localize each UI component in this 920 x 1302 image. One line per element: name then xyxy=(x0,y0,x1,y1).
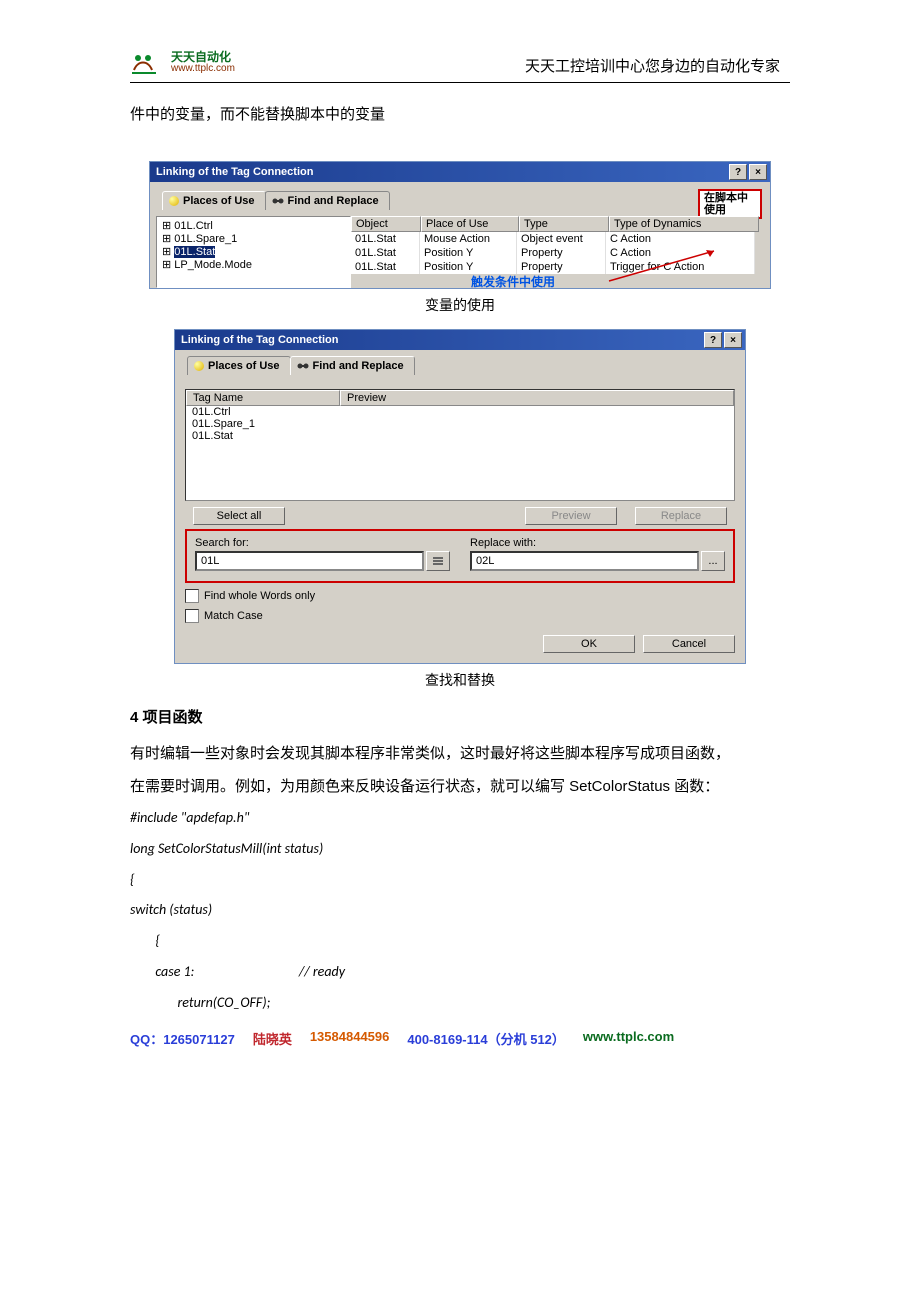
bulb-icon xyxy=(169,196,179,206)
tab-find-replace[interactable]: Find and Replace xyxy=(265,191,390,210)
select-all-button[interactable]: Select all xyxy=(193,507,285,525)
tree-item-selected[interactable]: 01L.Stat xyxy=(174,246,215,258)
close-button[interactable]: × xyxy=(724,332,742,348)
code-line: long SetColorStatusMill(int status) xyxy=(130,834,790,865)
annotation-trigger-use: 触发条件中使用 xyxy=(471,273,555,290)
tab-places-of-use[interactable]: Places of Use xyxy=(162,191,266,210)
list-icon xyxy=(432,556,444,566)
match-case-checkbox[interactable]: Match Case xyxy=(185,609,735,623)
binoculars-icon xyxy=(272,196,284,206)
col-object[interactable]: Object xyxy=(351,216,421,232)
bulb-icon xyxy=(194,361,204,371)
logo: 天天自动化 www.ttplc.com xyxy=(130,50,235,76)
help-button[interactable]: ? xyxy=(704,332,722,348)
places-of-use-dialog: Linking of the Tag Connection ? × Places… xyxy=(149,161,771,289)
figure-caption-1: 变量的使用 xyxy=(130,295,790,315)
section4-title: 4 项目函数 xyxy=(130,706,790,727)
ok-button[interactable]: OK xyxy=(543,635,635,653)
help-button[interactable]: ? xyxy=(729,164,747,180)
list-item[interactable]: 01L.Ctrl xyxy=(186,406,734,418)
list-item[interactable]: 01L.Stat xyxy=(186,430,734,442)
tab-label: Places of Use xyxy=(208,360,280,372)
list-item[interactable]: 01L.Spare_1 xyxy=(186,418,734,430)
annotation-script-use: 在脚本中使用 xyxy=(698,189,762,219)
code-line: return(CO_OFF); xyxy=(130,988,790,1019)
tab2-label: Find and Replace xyxy=(288,195,379,207)
replace-browse-button[interactable]: ... xyxy=(701,551,725,571)
replace-with-label: Replace with: xyxy=(470,537,725,549)
table-row[interactable]: 01L.Stat Mouse Action Object event C Act… xyxy=(351,232,764,246)
footer-hotline: 400-8169-114（分机 512） xyxy=(407,1029,565,1048)
tag-tree[interactable]: ⊞ 01L.Ctrl ⊞ 01L.Spare_1 ⊞ 01L.Stat ⊞ LP… xyxy=(156,216,351,288)
tab1-label: Places of Use xyxy=(183,195,255,207)
tab-label: Find and Replace xyxy=(313,360,404,372)
tab-find-replace[interactable]: Find and Replace xyxy=(290,356,415,375)
search-for-label: Search for: xyxy=(195,537,450,549)
header-underline xyxy=(130,81,790,83)
page-footer: QQ：1265071127 陆晓英 13584844596 400-8169-1… xyxy=(130,1029,790,1048)
footer-name: 陆晓英 xyxy=(253,1029,292,1048)
tree-item[interactable]: 01L.Spare_1 xyxy=(174,233,237,245)
code-line: { xyxy=(130,865,790,896)
usage-grid: Object Place of Use Type Type of Dynamic… xyxy=(351,216,764,288)
section4-p1: 有时编辑一些对象时会发现其脚本程序非常类似，这时最好将这些脚本程序写成项目函数， xyxy=(130,737,790,770)
code-line: case 1: // ready xyxy=(130,957,790,988)
col-preview[interactable]: Preview xyxy=(340,390,734,406)
replace-button[interactable]: Replace xyxy=(635,507,727,525)
tag-list[interactable]: Tag Name Preview 01L.Ctrl 01L.Spare_1 01… xyxy=(185,389,735,501)
code-line: switch (status) xyxy=(130,895,790,926)
search-input[interactable]: 01L xyxy=(195,551,424,571)
whole-words-checkbox[interactable]: Find whole Words only xyxy=(185,589,735,603)
footer-phone: 13584844596 xyxy=(310,1029,390,1048)
intro-text: 件中的变量，而不能替换脚本中的变量 xyxy=(130,98,790,131)
preview-button[interactable]: Preview xyxy=(525,507,617,525)
col-dynamics[interactable]: Type of Dynamics xyxy=(609,216,759,232)
dialog1-title: Linking of the Tag Connection xyxy=(156,166,313,178)
search-replace-highlight: Search for: 01L Replace with: 02L ... xyxy=(185,529,735,583)
figure-caption-2: 查找和替换 xyxy=(130,670,790,690)
code-line: { xyxy=(130,926,790,957)
col-tagname[interactable]: Tag Name xyxy=(186,390,340,406)
arrow-icon xyxy=(604,246,724,286)
tree-item[interactable]: LP_Mode.Mode xyxy=(174,259,252,271)
code-line: #include "apdefap.h" xyxy=(130,803,790,834)
close-button[interactable]: × xyxy=(749,164,767,180)
section4-p2: 在需要时调用。例如，为用颜色来反映设备运行状态，就可以编写 SetColorSt… xyxy=(130,770,790,803)
cancel-button[interactable]: Cancel xyxy=(643,635,735,653)
dialog2-title: Linking of the Tag Connection xyxy=(181,334,338,346)
page-title: 天天工控培训中心您身边的自动化专家 xyxy=(525,55,780,76)
footer-qq: QQ：1265071127 xyxy=(130,1029,235,1048)
replace-input[interactable]: 02L xyxy=(470,551,699,571)
binoculars-icon xyxy=(297,361,309,371)
logo-url: www.ttplc.com xyxy=(171,64,235,75)
footer-url: www.ttplc.com xyxy=(583,1029,674,1048)
tree-item[interactable]: 01L.Ctrl xyxy=(174,220,213,232)
col-place-of-use[interactable]: Place of Use xyxy=(421,216,519,232)
col-type[interactable]: Type xyxy=(519,216,609,232)
search-browse-button[interactable] xyxy=(426,551,450,571)
find-replace-dialog: Linking of the Tag Connection ? × Places… xyxy=(174,329,746,664)
tab-places-of-use[interactable]: Places of Use xyxy=(187,356,291,375)
